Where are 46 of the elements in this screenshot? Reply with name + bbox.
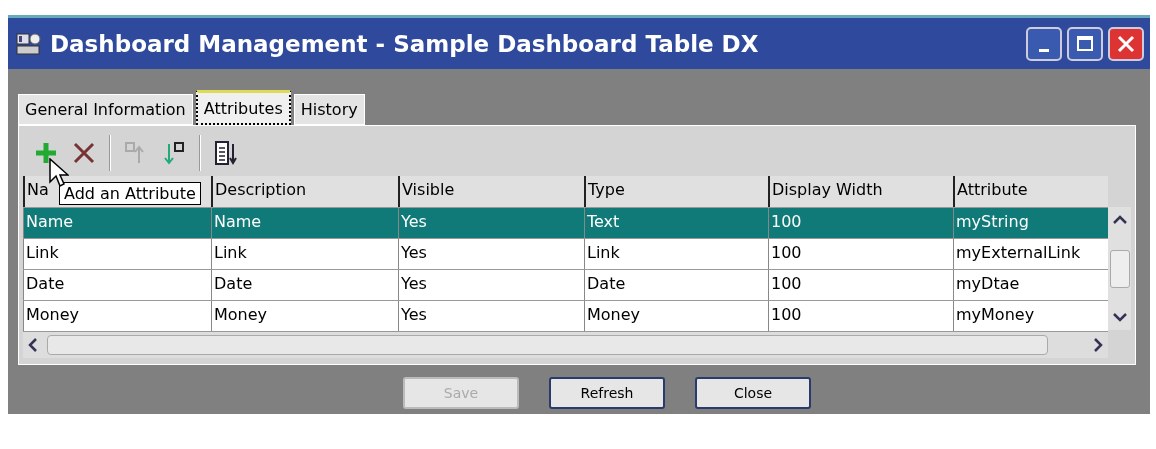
dialog-button[interactable]: Refresh (549, 377, 665, 409)
table-cell: Name (211, 208, 398, 238)
plus-icon (33, 140, 59, 166)
table-cell: 100 (768, 270, 953, 300)
table-cell: Date (584, 270, 768, 300)
scroll-thumb[interactable] (47, 335, 1048, 355)
table-cell: Text (584, 208, 768, 238)
delete-icon (71, 140, 97, 166)
table-cell: 100 (768, 208, 953, 238)
table-row[interactable]: Name Name Yes Text 100 myString (23, 208, 1108, 239)
close-icon (1116, 33, 1136, 54)
vertical-scrollbar[interactable] (1108, 207, 1131, 330)
maximize-icon (1075, 33, 1095, 54)
horizontal-scrollbar[interactable] (23, 332, 1108, 358)
app-icon (16, 31, 42, 56)
table-cell: 100 (768, 301, 953, 331)
mouse-cursor-icon (49, 158, 69, 188)
close-button[interactable] (1108, 26, 1144, 61)
dialog-button[interactable]: Close (695, 377, 811, 409)
window-title: Dashboard Management - Sample Dashboard Table DX (50, 30, 760, 57)
minimize-button[interactable] (1026, 26, 1062, 61)
table-cell: Date (211, 270, 398, 300)
move-down-icon (161, 140, 187, 166)
table-cell: Link (211, 239, 398, 269)
table-row[interactable]: Link Link Yes Link 100 myExternalLink (23, 239, 1108, 270)
tooltip: Add an Attribute (59, 182, 201, 205)
table-row[interactable]: Date Date Yes Date 100 myDtae (23, 270, 1108, 301)
table-cell: Yes (398, 270, 584, 300)
table-cell: 100 (768, 239, 953, 269)
table-cell: Money (23, 301, 211, 331)
tab[interactable]: Attributes (195, 90, 291, 125)
tab[interactable]: History (293, 94, 365, 125)
minimize-icon (1039, 49, 1049, 52)
table-cell: Link (23, 239, 211, 269)
maximize-button[interactable] (1067, 26, 1103, 61)
sort-icon (213, 140, 239, 166)
tab[interactable]: General Information (18, 94, 193, 125)
table-cell: Money (584, 301, 768, 331)
table-cell: Link (584, 239, 768, 269)
table-cell: Name (23, 208, 211, 238)
table-cell: Money (211, 301, 398, 331)
table-cell: Yes (398, 239, 584, 269)
table-cell: Yes (398, 301, 584, 331)
table-cell: Yes (398, 208, 584, 238)
table-cell: Date (23, 270, 211, 300)
scroll-thumb[interactable] (1109, 249, 1130, 288)
